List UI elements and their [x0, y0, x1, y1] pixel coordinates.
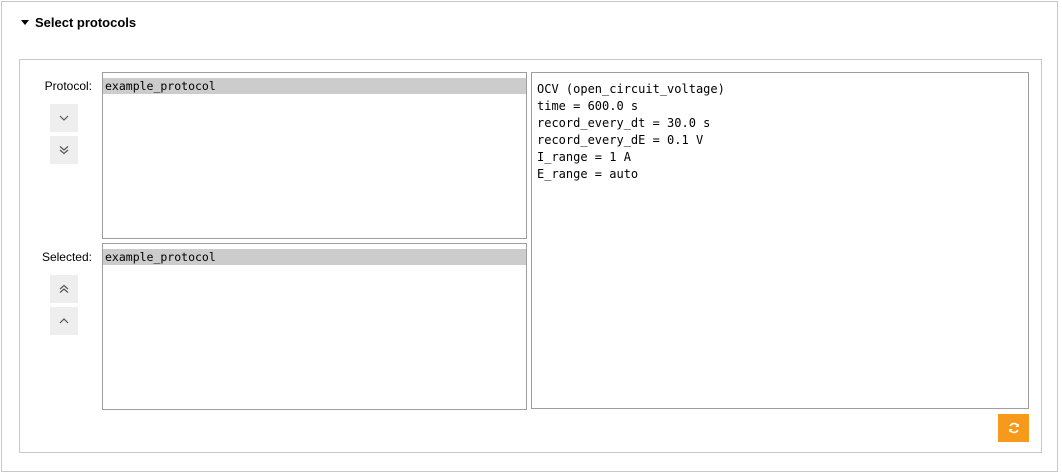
- move-to-top-button[interactable]: [50, 275, 78, 303]
- section-header-toggle[interactable]: Select protocols: [21, 13, 136, 31]
- detail-line: time = 600.0 s: [537, 99, 639, 113]
- move-to-bottom-button[interactable]: [50, 136, 78, 164]
- selected-label: Selected:: [41, 250, 92, 264]
- detail-line: record_every_dE = 0.1 V: [537, 133, 704, 147]
- chevron-down-icon: [59, 115, 69, 121]
- refresh-button[interactable]: [998, 414, 1029, 442]
- detail-line: OCV (open_circuit_voltage): [537, 82, 725, 96]
- protocol-label: Protocol:: [44, 79, 92, 93]
- move-up-button[interactable]: [50, 307, 78, 335]
- section-title: Select protocols: [35, 14, 137, 30]
- list-item[interactable]: example_protocol: [103, 78, 526, 94]
- refresh-icon: [1008, 422, 1019, 434]
- detail-line: record_every_dt = 30.0 s: [537, 116, 711, 130]
- chevron-up-icon: [59, 318, 69, 324]
- caret-down-icon: [21, 19, 29, 25]
- double-chevron-down-icon: [59, 146, 69, 155]
- selected-listbox[interactable]: example_protocol: [102, 243, 527, 410]
- protocol-details: OCV (open_circuit_voltage)time = 600.0 s…: [531, 72, 1029, 409]
- double-chevron-up-icon: [59, 284, 69, 293]
- move-down-button[interactable]: [50, 104, 78, 132]
- detail-line: I_range = 1 A: [537, 150, 631, 164]
- protocol-listbox[interactable]: example_protocol: [102, 72, 527, 239]
- detail-line: E_range = auto: [537, 167, 639, 181]
- list-item[interactable]: example_protocol: [103, 249, 526, 265]
